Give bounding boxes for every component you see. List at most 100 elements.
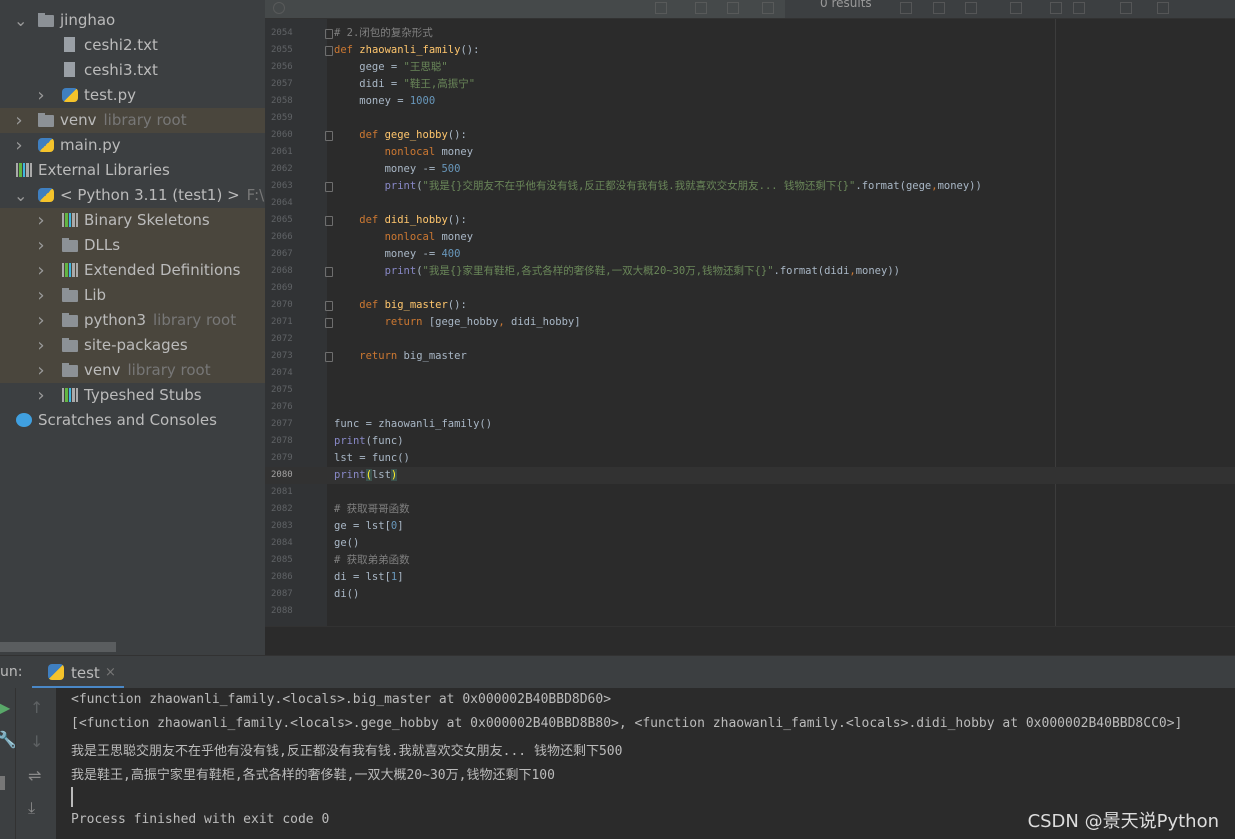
pin-icon[interactable] <box>1157 2 1169 14</box>
code-line[interactable]: 2066 nonlocal money <box>265 229 1235 246</box>
code-line[interactable]: 2086 di = lst[1] <box>265 569 1235 586</box>
code-line[interactable]: 2078 print(func) <box>265 433 1235 450</box>
fold-marker-icon[interactable] <box>325 352 333 362</box>
tree-item[interactable]: › Lib <box>0 283 265 308</box>
filter-icon-2[interactable] <box>1050 2 1062 14</box>
whole-words-icon[interactable] <box>727 2 739 14</box>
chevron-right-icon[interactable]: › <box>36 358 46 383</box>
code-line[interactable]: 2083 ge = lst[0] <box>265 518 1235 535</box>
tree-item[interactable]: External Libraries <box>0 158 265 183</box>
arrow-up-icon[interactable]: ↑ <box>30 698 43 717</box>
tree-item[interactable]: › site-packages <box>0 333 265 358</box>
search-icon[interactable] <box>273 2 285 14</box>
match-case-icon[interactable] <box>695 2 707 14</box>
arrow-down-icon[interactable]: ↓ <box>30 732 43 751</box>
code-line[interactable]: 2056 gege = "王思聪" <box>265 59 1235 76</box>
sidebar-horizontal-scrollbar[interactable] <box>0 642 116 652</box>
filter-icon-3[interactable] <box>1073 2 1085 14</box>
code-line[interactable]: 2088 <box>265 603 1235 620</box>
code-line[interactable]: 2081 <box>265 484 1235 501</box>
code-line[interactable]: 2084 ge() <box>265 535 1235 552</box>
folder-icon <box>38 113 54 127</box>
fold-marker-icon[interactable] <box>325 318 333 328</box>
code-line[interactable]: 2087 di() <box>265 586 1235 603</box>
code-line[interactable]: 2062 money -= 500 <box>265 161 1235 178</box>
code-line[interactable]: 2063 print("我是{}交朋友不在乎他有没有钱,反正都没有我有钱.我就喜… <box>265 178 1235 195</box>
chevron-down-icon[interactable]: ⌄ <box>14 8 27 33</box>
chevron-right-icon[interactable]: › <box>36 258 46 283</box>
code-editor[interactable]: 2054 # 2.闭包的复杂形式 2055 def zhaowanli_family(… <box>265 19 1235 626</box>
select-all-occurrences-icon[interactable] <box>965 2 977 14</box>
code-line[interactable]: 2058 money = 1000 <box>265 93 1235 110</box>
code-line[interactable]: 2069 <box>265 280 1235 297</box>
code-line[interactable]: 2074 <box>265 365 1235 382</box>
code-line[interactable]: 2077 func = zhaowanli_family() <box>265 416 1235 433</box>
rerun-icon[interactable]: ▶ <box>0 698 10 717</box>
chevron-right-icon[interactable]: › <box>14 133 24 158</box>
fold-marker-icon[interactable] <box>325 131 333 141</box>
tree-item[interactable]: › Extended Definitions <box>0 258 265 283</box>
chevron-right-icon[interactable]: › <box>36 383 46 408</box>
fold-marker-icon[interactable] <box>325 301 333 311</box>
code-line[interactable]: 2070 def big_master(): <box>265 297 1235 314</box>
chevron-right-icon[interactable]: › <box>36 283 46 308</box>
code-line[interactable]: 2061 nonlocal money <box>265 144 1235 161</box>
chevron-right-icon[interactable]: › <box>36 83 46 108</box>
close-icon[interactable]: × <box>105 665 116 680</box>
fold-marker-icon[interactable] <box>325 267 333 277</box>
tree-item[interactable]: › Typeshed Stubs <box>0 383 265 408</box>
stop-icon[interactable] <box>0 776 5 790</box>
code-line[interactable]: 2079 lst = func() <box>265 450 1235 467</box>
code-line[interactable]: 2072 <box>265 331 1235 348</box>
prev-occurrence-icon[interactable] <box>900 2 912 14</box>
tree-item[interactable]: ceshi2.txt <box>0 33 265 58</box>
tree-item[interactable]: › DLLs <box>0 233 265 258</box>
fold-marker-icon[interactable] <box>325 29 333 39</box>
filter-icon[interactable] <box>1010 2 1022 14</box>
code-line[interactable]: 2082 # 获取哥哥函数 <box>265 501 1235 518</box>
regex-icon[interactable] <box>762 2 774 14</box>
code-line[interactable]: 2055 def zhaowanli_family(): <box>265 42 1235 59</box>
tree-item[interactable]: › venv library root <box>0 108 265 133</box>
chevron-right-icon[interactable]: › <box>14 108 24 133</box>
code-line[interactable]: 2075 <box>265 382 1235 399</box>
soft-wrap-icon[interactable]: ⇌ <box>28 766 41 785</box>
chevron-right-icon[interactable]: › <box>36 208 46 233</box>
tree-item[interactable]: ceshi3.txt <box>0 58 265 83</box>
code-line[interactable]: 2073 return big_master <box>265 348 1235 365</box>
code-line[interactable]: 2085 # 获取弟弟函数 <box>265 552 1235 569</box>
code-line[interactable]: 2076 <box>265 399 1235 416</box>
code-line[interactable]: 2080 print(lst) <box>265 467 1235 484</box>
chevron-right-icon[interactable]: › <box>36 308 46 333</box>
code-line[interactable]: 2054 # 2.闭包的复杂形式 <box>265 25 1235 42</box>
tree-item[interactable]: › test.py <box>0 83 265 108</box>
chevron-right-icon[interactable]: › <box>36 333 46 358</box>
options-icon[interactable] <box>1120 2 1132 14</box>
code-line[interactable]: 2057 didi = "鞋王,高振宁" <box>265 76 1235 93</box>
code-line[interactable]: 2071 return [gege_hobby, didi_hobby] <box>265 314 1235 331</box>
newline-icon[interactable] <box>655 2 667 14</box>
tree-item[interactable]: Scratches and Consoles <box>0 408 265 433</box>
run-tab-test[interactable]: test × <box>32 656 124 689</box>
code-line[interactable]: 2059 <box>265 110 1235 127</box>
fold-marker-icon[interactable] <box>325 216 333 226</box>
code-line[interactable]: 2060 def gege_hobby(): <box>265 127 1235 144</box>
code-line[interactable]: 2067 money -= 400 <box>265 246 1235 263</box>
fold-marker-icon[interactable] <box>325 46 333 56</box>
code-text: # 获取哥哥函数 <box>334 501 410 518</box>
code-line[interactable]: 2068 print("我是{}家里有鞋柜,各式各样的奢侈鞋,一双大概20~30… <box>265 263 1235 280</box>
tree-item[interactable]: › Binary Skeletons <box>0 208 265 233</box>
code-line[interactable]: 2064 <box>265 195 1235 212</box>
tree-item[interactable]: ⌄ jinghao <box>0 8 265 33</box>
chevron-down-icon[interactable]: ⌄ <box>14 183 27 208</box>
code-line[interactable]: 2065 def didi_hobby(): <box>265 212 1235 229</box>
tree-item[interactable]: › main.py <box>0 133 265 158</box>
tree-item[interactable]: › python3 library root <box>0 308 265 333</box>
tree-item[interactable]: › venv library root <box>0 358 265 383</box>
code-token: .format(didi <box>773 265 850 277</box>
tree-item[interactable]: ⌄ < Python 3.11 (test1) > F:\py <box>0 183 265 208</box>
chevron-right-icon[interactable]: › <box>36 233 46 258</box>
fold-marker-icon[interactable] <box>325 182 333 192</box>
next-occurrence-icon[interactable] <box>933 2 945 14</box>
scroll-to-end-icon[interactable]: ⤓ <box>28 798 35 818</box>
